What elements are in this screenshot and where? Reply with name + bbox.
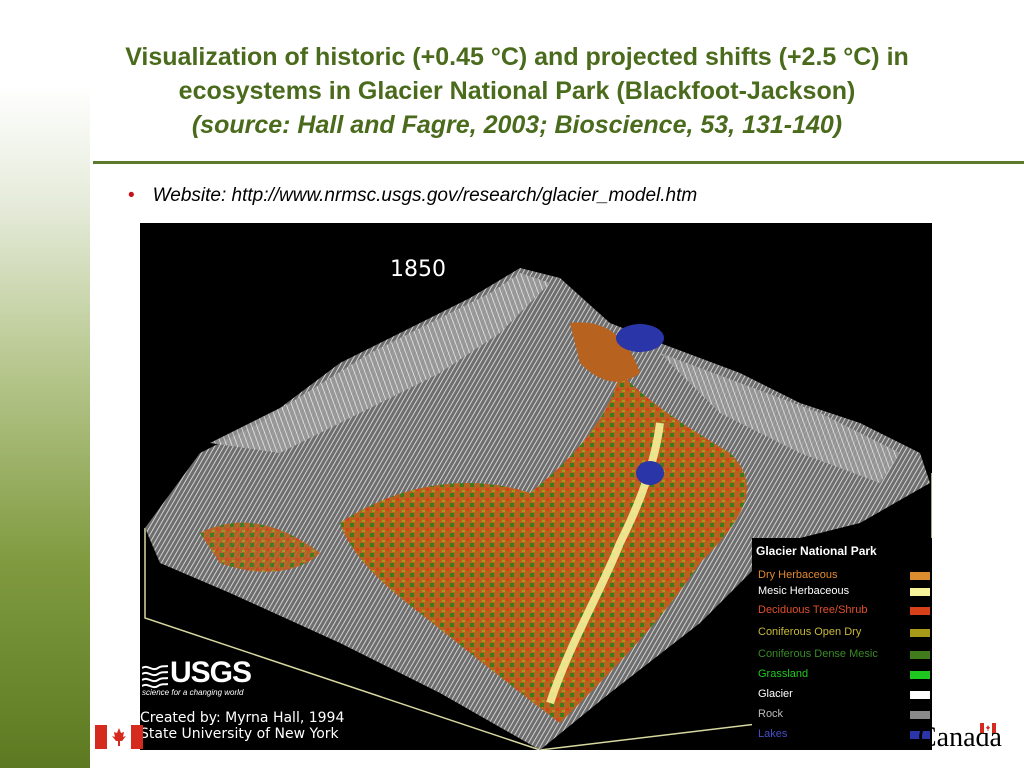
canada-flag-icon [95, 725, 143, 749]
map-legend: Glacier National Park Dry Herbaceous Mes… [752, 538, 932, 750]
lake-upper [616, 324, 664, 352]
bullet-item: • Website: http://www.nrmsc.usgs.gov/rese… [128, 185, 697, 207]
legend-swatch [910, 607, 930, 615]
legend-swatch [910, 651, 930, 659]
legend-title: Glacier National Park [756, 544, 877, 558]
usgs-wave-icon [142, 665, 168, 689]
credit-line-2: State University of New York [140, 726, 339, 742]
legend-item: Glacier [758, 685, 930, 705]
legend-item: Rock [758, 705, 930, 725]
title-divider [93, 161, 1024, 164]
terrain-figure: 1850 Glacier National Park Dry Herbaceou… [140, 223, 932, 750]
legend-label: Mesic Herbaceous [758, 585, 850, 597]
legend-swatch [910, 572, 930, 580]
legend-label: Dry Herbaceous [758, 569, 838, 581]
lake-mid [636, 461, 664, 485]
legend-item: Coniferous Open Dry [758, 623, 930, 643]
bullet-dot-icon: • [128, 185, 135, 206]
title-source: (source: Hall and Fagre, 2003; Bioscienc… [191, 111, 843, 139]
legend-label: Deciduous Tree/Shrub [758, 604, 868, 616]
legend-swatch [910, 711, 930, 719]
legend-label: Grassland [758, 668, 809, 680]
legend-label: Coniferous Dense Mesic [758, 648, 878, 660]
slide-title: Visualization of historic (+0.45 °C) and… [40, 40, 994, 142]
legend-item: Grassland [758, 665, 930, 685]
sidebar-gradient [0, 86, 90, 768]
legend-swatch [910, 629, 930, 637]
year-label: 1850 [390, 257, 446, 282]
canada-wordmark-flag-icon [980, 723, 996, 733]
legend-swatch [910, 588, 930, 596]
legend-label: Coniferous Open Dry [758, 626, 862, 638]
legend-item: Mesic Herbaceous [758, 582, 930, 602]
legend-item: Deciduous Tree/Shrub [758, 601, 930, 621]
legend-label: Rock [758, 708, 784, 720]
credit-line-1: Created by: Myrna Hall, 1994 [140, 710, 345, 726]
title-line-1: Visualization of historic (+0.45 °C) and… [125, 43, 909, 71]
title-line-2: ecosystems in Glacier National Park (Bla… [178, 77, 856, 105]
usgs-wordmark: USGS [170, 656, 252, 689]
legend-item: Coniferous Dense Mesic [758, 645, 930, 665]
legend-swatch [910, 691, 930, 699]
legend-item: Lakes [758, 725, 930, 745]
usgs-tagline: science for a changing world [142, 688, 244, 697]
website-link[interactable]: Website: http://www.nrmsc.usgs.gov/resea… [153, 185, 698, 206]
legend-label: Lakes [758, 728, 788, 740]
figure-credit: Created by: Myrna Hall, 1994 State Unive… [140, 710, 344, 742]
legend-swatch [910, 671, 930, 679]
legend-label: Glacier [758, 688, 793, 700]
